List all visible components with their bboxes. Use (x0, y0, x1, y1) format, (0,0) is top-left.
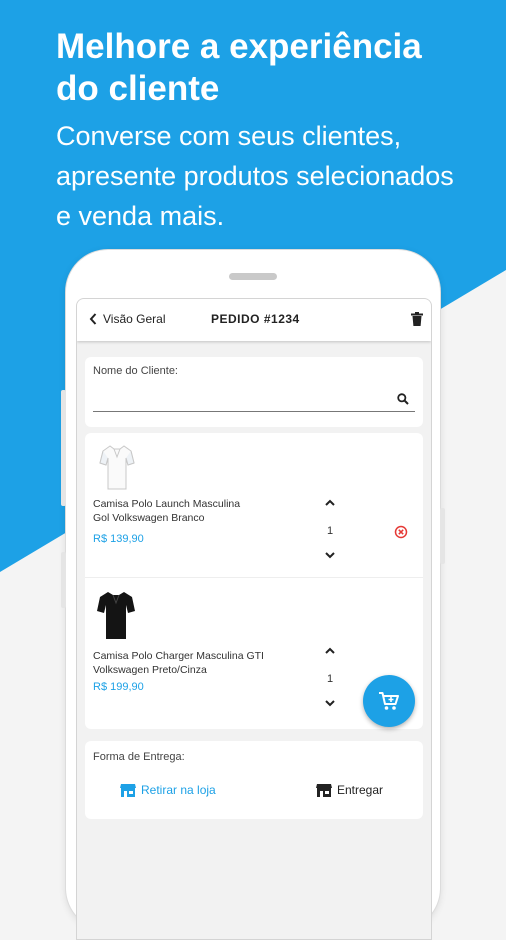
phone-side-button (61, 390, 66, 506)
app-bar: Visão Geral PEDIDO #1234 (77, 299, 431, 341)
product-name-line1: Camisa Polo Launch Masculina (93, 498, 241, 510)
delivery-label: Forma de Entrega: (93, 751, 185, 763)
store-icon (120, 784, 136, 797)
phone-side-button (440, 508, 445, 564)
page-title: PEDIDO #1234 (211, 312, 300, 326)
remove-item-icon[interactable] (394, 525, 408, 539)
hero-sub-line2: apresente produtos selecionados (56, 161, 454, 191)
customer-card: Nome do Cliente: (85, 357, 423, 427)
hero-headline-line1: Melhore a experiência (56, 27, 422, 66)
cart-fab-button[interactable] (363, 675, 415, 727)
chevron-down-icon[interactable] (322, 697, 338, 709)
hero-headline: Melhore a experiência do cliente (56, 26, 496, 110)
phone-speaker (229, 273, 277, 280)
list-item: Camisa Polo Launch Masculina Gol Volkswa… (85, 433, 423, 577)
white-polo-shirt-icon (99, 445, 135, 490)
back-button[interactable]: Visão Geral (89, 312, 165, 326)
customer-label: Nome do Cliente: (93, 365, 178, 377)
chevron-up-icon[interactable] (322, 497, 338, 509)
product-name: Camisa Polo Charger Masculina GTI Volksw… (93, 649, 298, 677)
quantity-value: 1 (326, 673, 334, 685)
trash-icon[interactable] (411, 312, 423, 326)
search-icon[interactable] (397, 393, 409, 405)
input-underline (93, 411, 415, 412)
product-name-line2: Volkswagen Preto/Cinza (93, 664, 207, 676)
back-label: Visão Geral (103, 312, 166, 326)
add-to-cart-icon (379, 692, 399, 710)
quantity-value: 1 (326, 525, 334, 537)
product-name-line1: Camisa Polo Charger Masculina GTI (93, 650, 264, 662)
phone-frame: Visão Geral PEDIDO #1234 Nome do Cliente… (61, 250, 445, 940)
hero-sub-line3: e venda mais. (56, 201, 225, 231)
product-name-line2: Gol Volkswagen Branco (93, 512, 205, 524)
product-price: R$ 199,90 (93, 681, 144, 693)
divider (85, 577, 423, 578)
black-polo-shirt-icon (97, 592, 135, 639)
deliver-option[interactable]: Entregar (316, 783, 383, 797)
app-screen: Visão Geral PEDIDO #1234 Nome do Cliente… (76, 298, 432, 940)
delivery-card: Forma de Entrega: Retirar na loja Entreg… (85, 741, 423, 819)
hero-headline-line2: do cliente (56, 69, 220, 108)
hero-subheadline: Converse com seus clientes, apresente pr… (56, 116, 496, 236)
product-price: R$ 139,90 (93, 533, 144, 545)
pickup-option[interactable]: Retirar na loja (120, 783, 216, 797)
chevron-left-icon (89, 313, 97, 325)
customer-name-input[interactable] (93, 387, 397, 411)
deliver-label: Entregar (337, 783, 384, 797)
pickup-label: Retirar na loja (141, 783, 216, 797)
chevron-up-icon[interactable] (322, 645, 338, 657)
chevron-down-icon[interactable] (322, 549, 338, 561)
store-icon (316, 784, 332, 797)
product-name: Camisa Polo Launch Masculina Gol Volkswa… (93, 497, 298, 525)
phone-side-button (61, 552, 66, 608)
hero-sub-line1: Converse com seus clientes, (56, 121, 402, 151)
